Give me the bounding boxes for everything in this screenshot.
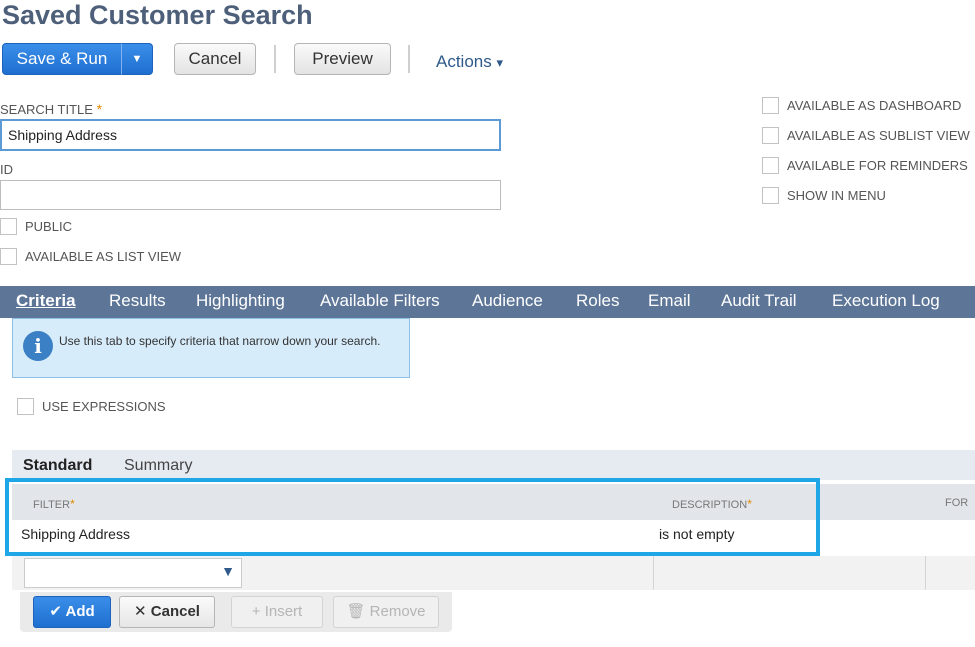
list-view-checkbox-row[interactable]: AVAILABLE AS LIST VIEW — [0, 248, 181, 265]
tab-roles[interactable]: Roles — [576, 291, 619, 311]
use-expressions-checkbox[interactable] — [17, 398, 34, 415]
info-icon: i — [23, 331, 53, 361]
subtab-summary[interactable]: Summary — [124, 457, 192, 475]
chevron-down-icon: ▾ — [496, 55, 504, 70]
available-reminders-checkbox[interactable] — [762, 157, 779, 174]
cancel-button[interactable]: Cancel — [174, 43, 256, 75]
toolbar-separator — [274, 45, 276, 73]
tab-bar: Criteria Results Highlighting Available … — [0, 286, 975, 318]
dashboard-checkbox-row[interactable]: AVAILABLE AS DASHBOARD — [762, 97, 961, 114]
check-icon: ✔ — [49, 603, 62, 620]
show-in-menu-checkbox[interactable] — [762, 187, 779, 204]
required-mark: * — [96, 101, 103, 117]
id-input[interactable] — [0, 180, 501, 210]
available-list-view-label: AVAILABLE AS LIST VIEW — [25, 249, 182, 264]
available-sublist-checkbox[interactable] — [762, 127, 779, 144]
actions-label: Actions — [436, 52, 492, 71]
available-dashboard-checkbox[interactable] — [762, 97, 779, 114]
save-options-dropdown-icon[interactable]: ▼ — [121, 43, 153, 75]
tab-available-filters[interactable]: Available Filters — [320, 291, 440, 311]
tab-execution-log[interactable]: Execution Log — [832, 291, 940, 311]
id-label: ID — [0, 162, 13, 177]
available-sublist-label: AVAILABLE AS SUBLIST VIEW — [787, 128, 970, 143]
cancel-row-button[interactable]: ✕ Cancel — [119, 596, 215, 628]
public-label: PUBLIC — [25, 219, 72, 234]
page-title: Saved Customer Search — [2, 0, 313, 30]
preview-button[interactable]: Preview — [294, 43, 391, 75]
search-title-label: SEARCH TITLE * — [0, 101, 103, 117]
chevron-down-icon: ▼ — [221, 563, 235, 579]
new-criteria-row: ▼ — [12, 556, 975, 590]
formula-column-header: FOR — [945, 497, 969, 509]
public-checkbox[interactable] — [0, 218, 17, 235]
use-expressions-label: USE EXPRESSIONS — [42, 399, 166, 414]
add-row-button[interactable]: ✔ Add — [33, 596, 111, 628]
toolbar-separator — [408, 45, 410, 73]
show-in-menu-label: SHOW IN MENU — [787, 188, 886, 203]
search-title-input[interactable] — [0, 119, 501, 151]
available-list-view-checkbox[interactable] — [0, 248, 17, 265]
subtab-bar: Standard Summary — [12, 450, 975, 480]
tab-criteria[interactable]: Criteria — [16, 291, 76, 311]
save-run-button[interactable]: Save & Run — [2, 43, 122, 75]
available-reminders-label: AVAILABLE FOR REMINDERS — [787, 158, 968, 173]
show-menu-checkbox-row[interactable]: SHOW IN MENU — [762, 187, 886, 204]
close-icon: ✕ — [134, 603, 147, 620]
tab-audit-trail[interactable]: Audit Trail — [721, 291, 797, 311]
use-expressions-row[interactable]: USE EXPRESSIONS — [17, 398, 166, 415]
highlight-frame — [5, 478, 820, 556]
tab-audience[interactable]: Audience — [472, 291, 543, 311]
actions-menu[interactable]: Actions ▾ — [436, 52, 503, 72]
reminders-checkbox-row[interactable]: AVAILABLE FOR REMINDERS — [762, 157, 968, 174]
trash-icon: 🗑 — [346, 603, 366, 620]
row-action-bar: ✔ Add ✕ Cancel + Insert 🗑 Remove — [20, 592, 452, 632]
public-checkbox-row[interactable]: PUBLIC — [0, 218, 72, 235]
tab-highlighting[interactable]: Highlighting — [196, 291, 285, 311]
cell-divider — [653, 556, 654, 590]
plus-icon: + — [251, 603, 261, 620]
tab-results[interactable]: Results — [109, 291, 166, 311]
subtab-standard[interactable]: Standard — [23, 457, 92, 475]
info-text: Use this tab to specify criteria that na… — [59, 334, 381, 348]
remove-row-button[interactable]: 🗑 Remove — [333, 596, 439, 628]
cell-divider — [925, 556, 926, 590]
available-dashboard-label: AVAILABLE AS DASHBOARD — [787, 98, 962, 113]
sublist-checkbox-row[interactable]: AVAILABLE AS SUBLIST VIEW — [762, 127, 970, 144]
criteria-info-box: i Use this tab to specify criteria that … — [12, 318, 410, 378]
tab-email[interactable]: Email — [648, 291, 691, 311]
filter-select[interactable]: ▼ — [24, 558, 242, 588]
insert-row-button[interactable]: + Insert — [231, 596, 323, 628]
